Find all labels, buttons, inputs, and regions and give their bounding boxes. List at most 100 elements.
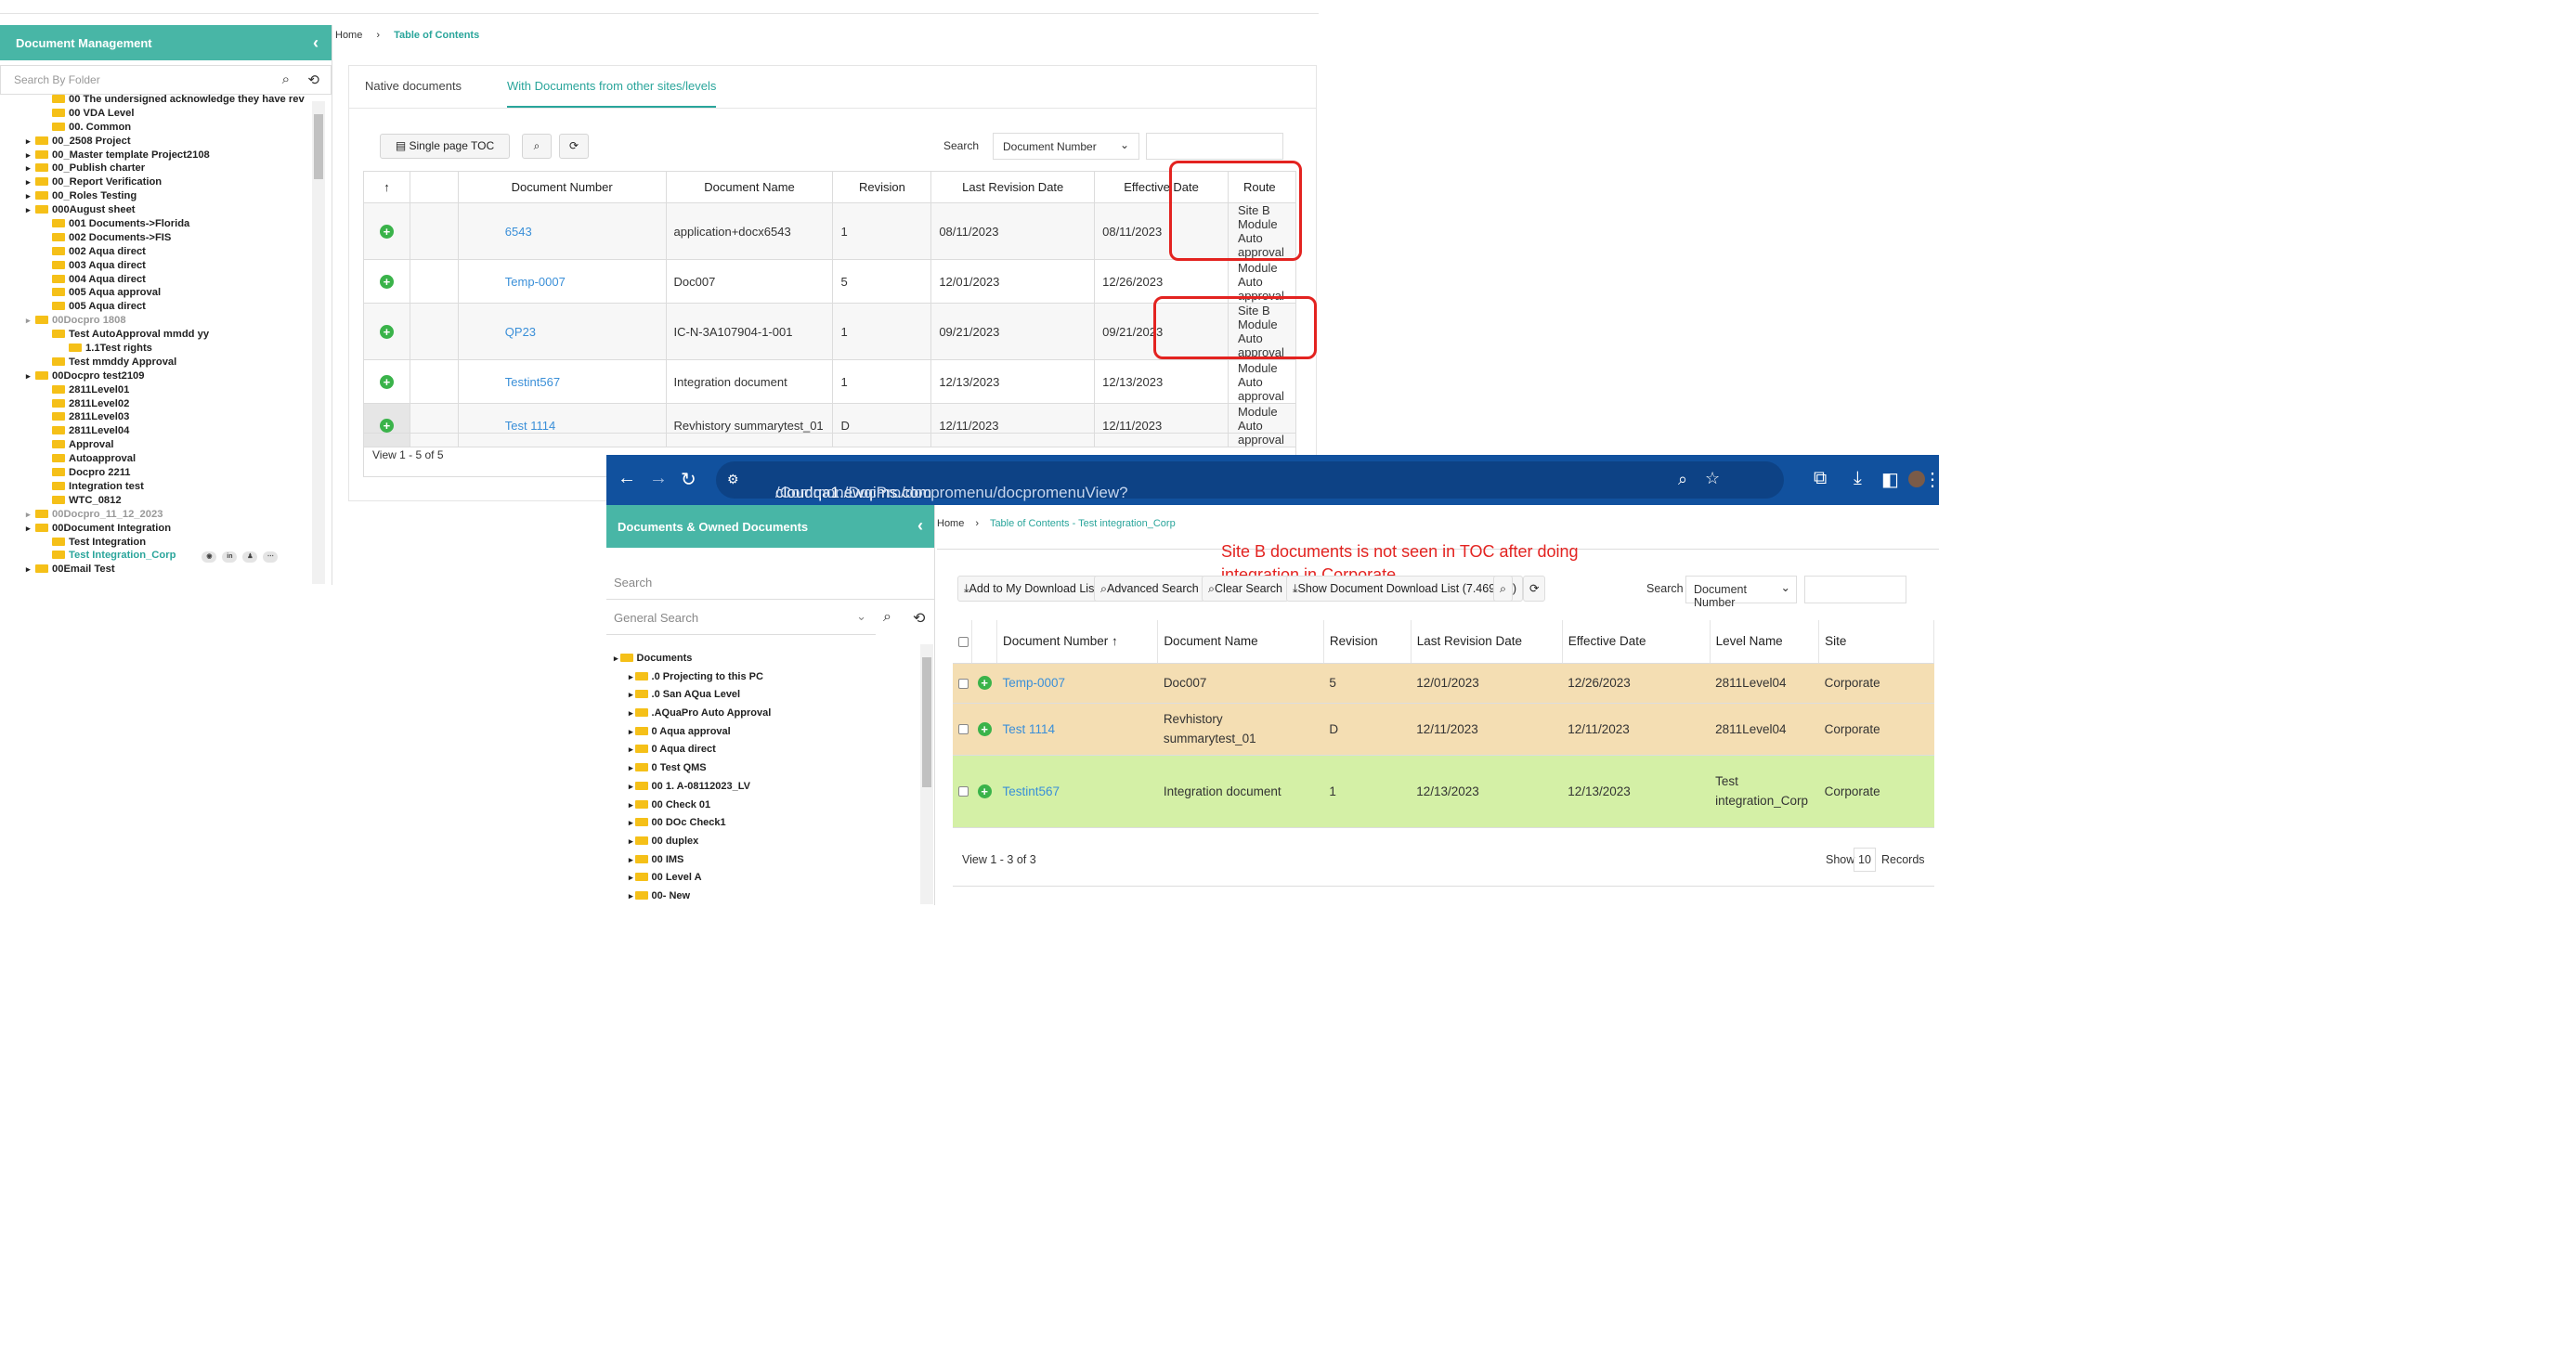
column-header[interactable]: ↑	[363, 171, 410, 203]
document-number-link[interactable]: Temp-0007	[505, 275, 566, 289]
folder-search-input[interactable]: Search By Folder ⌕ ⟲	[0, 65, 332, 95]
tree-item[interactable]: Test Integration_Corp ◉ in ♟ ⋯	[28, 549, 308, 564]
expand-toggle-icon[interactable]: ▸	[629, 745, 633, 754]
expand-toggle-icon[interactable]: ▸	[26, 175, 31, 189]
tab-native-documents[interactable]: Native documents	[365, 79, 462, 93]
tree-item[interactable]: ▸ 00_Publish charter	[26, 162, 308, 175]
expand-toggle-icon[interactable]: ▸	[629, 836, 633, 846]
expand-toggle-icon[interactable]: ▸	[26, 369, 31, 383]
expand-plus-icon[interactable]: +	[379, 324, 394, 339]
tree-item[interactable]: 00 The undersigned acknowledge they have…	[28, 93, 308, 107]
table-row[interactable]: + Testint567 Integration document 1 12/13/20…	[363, 359, 1297, 404]
tree-item[interactable]: Test AutoApproval mmdd yy	[28, 328, 308, 342]
tree-item[interactable]: ▸ 00 Level A	[614, 869, 771, 888]
document-number-link[interactable]: Testint567	[505, 375, 560, 389]
column-header[interactable]: Document Name	[665, 171, 834, 203]
expand-plus-icon[interactable]: +	[379, 224, 394, 239]
tree-item[interactable]: 005 Aqua direct	[28, 300, 308, 314]
expand-toggle-icon[interactable]: ▸	[629, 891, 633, 901]
refresh-button[interactable]: ⟳	[559, 134, 589, 159]
expand-cell[interactable]: +	[971, 755, 997, 828]
expand-plus-icon[interactable]: +	[379, 274, 394, 289]
tree-item[interactable]: ▸ 00Email Test	[26, 563, 308, 577]
expand-toggle-icon[interactable]: ▸	[629, 818, 633, 827]
expand-plus-icon[interactable]: +	[977, 721, 992, 736]
tab-other-sites[interactable]: With Documents from other sites/levels	[507, 79, 717, 108]
expand-toggle-icon[interactable]: ▸	[26, 203, 31, 217]
expand-plus-icon[interactable]: +	[379, 374, 394, 389]
expand-toggle-icon[interactable]: ▸	[26, 135, 31, 149]
zoom-icon[interactable]: ⌕	[1678, 470, 1687, 489]
breadcrumb-home[interactable]: Home	[335, 30, 362, 41]
page-size-select[interactable]: 10	[1854, 848, 1876, 872]
add-download-list-button[interactable]: ⤓Add to My Download List	[957, 576, 1104, 602]
cell-num[interactable]: Temp-0007	[457, 259, 667, 304]
tree-item[interactable]: Autoapproval	[28, 452, 308, 466]
tree-item[interactable]: ▸ 0 Test QMS	[614, 759, 771, 778]
tree-item[interactable]: 2811Level04	[28, 424, 308, 438]
sidepanel-icon[interactable]: ◧	[1881, 468, 1899, 491]
tree-item[interactable]: ▸ 00 Check 01	[614, 797, 771, 815]
tree-item[interactable]: ▸ 00_Report Verification	[26, 175, 308, 189]
column-header[interactable]: Level Name	[1710, 620, 1820, 664]
row-checkbox[interactable]	[958, 786, 969, 797]
row-select-cell[interactable]	[953, 663, 972, 704]
tree-item[interactable]: 00. Common	[28, 121, 308, 135]
tree-item[interactable]: ▸ 00_2508 Project	[26, 135, 308, 149]
view-icon[interactable]: ◉	[202, 551, 217, 564]
tree-item[interactable]: ▸ 00 1. A-08112023_LV	[614, 778, 771, 797]
tree-item[interactable]: ▸ 0 Aqua approval	[614, 723, 771, 742]
expand-cell[interactable]: +	[363, 202, 410, 260]
expand-toggle-icon[interactable]: ▸	[629, 690, 633, 699]
refresh-icon[interactable]: ⟲	[913, 609, 925, 628]
breadcrumb-home[interactable]: Home	[937, 518, 964, 529]
column-header[interactable]: Revision	[832, 171, 932, 203]
column-header[interactable]: Document Number ↑	[996, 620, 1159, 664]
document-number-link[interactable]: 6543	[505, 225, 532, 239]
expand-toggle-icon[interactable]: ▸	[629, 727, 633, 736]
search-button[interactable]: ⌕	[522, 134, 552, 159]
refresh-icon[interactable]: ⟲	[307, 71, 319, 88]
address-bar[interactable]: ⚙ cloudqa1.ewqims.com/Common/DocPro/docp…	[716, 461, 1784, 520]
cell-num[interactable]: Test 1114	[996, 703, 1158, 756]
tree-item[interactable]: 005 Aqua approval	[28, 286, 308, 300]
clear-search-button[interactable]: ⌕Clear Search	[1202, 576, 1289, 602]
tree-item[interactable]: ▸ 00_Master template Project2108	[26, 149, 308, 162]
cell-num[interactable]: Testint567	[996, 755, 1158, 828]
expand-toggle-icon[interactable]: ▸	[26, 189, 31, 203]
search-field-select[interactable]: Document Number ⌄	[993, 133, 1139, 160]
tree-item[interactable]: ▸ 00 IMS	[614, 851, 771, 870]
back-arrow-icon[interactable]: ←	[618, 468, 636, 489]
column-header[interactable]: Document Name	[1157, 620, 1324, 664]
row-checkbox[interactable]	[958, 678, 969, 689]
tree-item[interactable]: ▸ 00 DOc Check1	[614, 814, 771, 833]
tree-item[interactable]: ▸ 00_Roles Testing	[26, 189, 308, 203]
tree-item[interactable]: ▸ 00- New	[614, 888, 771, 906]
select-all-checkbox[interactable]	[958, 637, 969, 648]
document-number-link[interactable]: Test 1114	[1002, 722, 1055, 736]
expand-toggle-icon[interactable]: ▸	[26, 162, 31, 175]
scrollbar-thumb[interactable]	[922, 657, 931, 787]
expand-plus-icon[interactable]: +	[977, 784, 992, 798]
expand-toggle-icon[interactable]: ▸	[26, 522, 31, 536]
tree-item[interactable]: ▸ .0 Projecting to this PC	[614, 668, 771, 687]
tree-item[interactable]: 003 Aqua direct	[28, 259, 308, 273]
expand-toggle-icon[interactable]: ▸	[614, 654, 618, 663]
document-number-link[interactable]: Testint567	[1002, 784, 1060, 798]
forward-arrow-icon[interactable]: →	[649, 468, 668, 489]
expand-toggle-icon[interactable]: ▸	[629, 708, 633, 718]
tree-item[interactable]: 2811Level01	[28, 383, 308, 397]
site-settings-icon[interactable]: ⚙	[727, 472, 739, 487]
expand-toggle-icon[interactable]: ▸	[26, 563, 31, 577]
cell-num[interactable]: 6543	[457, 202, 667, 260]
tree-item[interactable]: Approval	[28, 438, 308, 452]
download-icon[interactable]: ⤓	[1854, 468, 1862, 489]
column-header[interactable]	[971, 620, 997, 664]
tree-item[interactable]: 002 Documents->FIS	[28, 231, 308, 245]
expand-toggle-icon[interactable]: ▸	[26, 149, 31, 162]
collapse-chevron-icon[interactable]: ‹	[917, 516, 923, 536]
collapse-chevron-icon[interactable]: ‹	[313, 33, 319, 53]
table-row[interactable]: + Testint567 Integration document 1 12/13/20…	[953, 755, 1934, 828]
tree-item[interactable]: ▸ 00Docpro 1808	[26, 314, 308, 328]
table-row[interactable]: + Temp-0007 Doc007 5 12/01/2023 12/26/2023 281…	[953, 663, 1934, 704]
